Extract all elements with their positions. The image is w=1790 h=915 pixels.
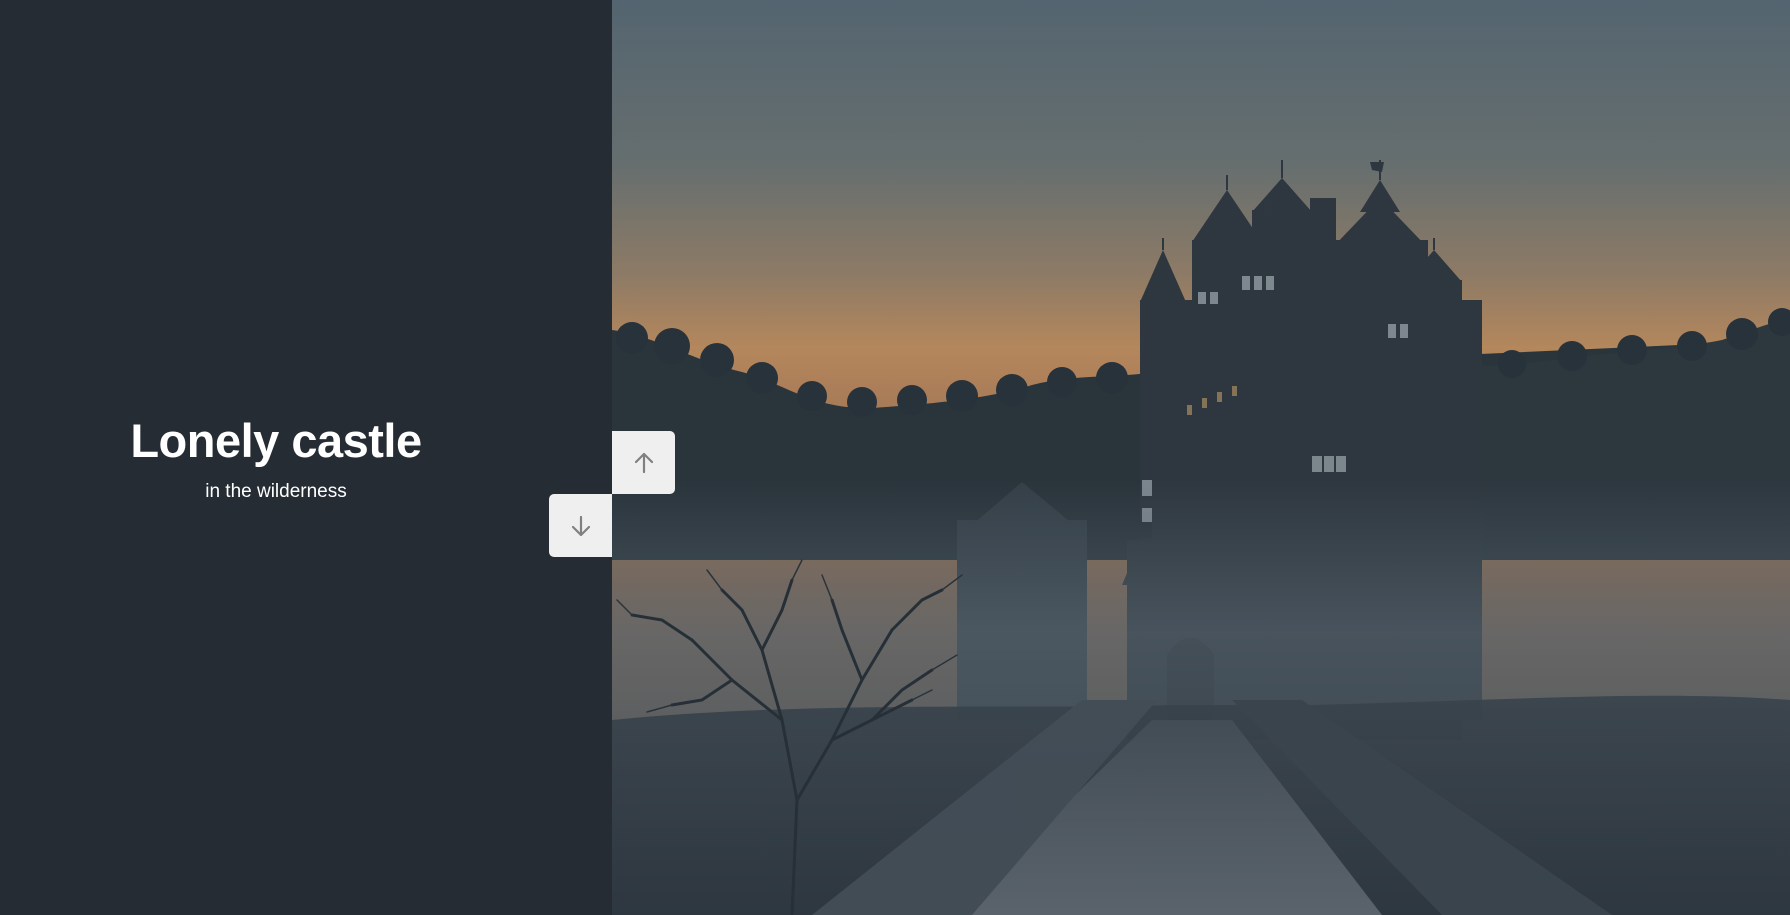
slide-subtitle: in the wilderness bbox=[205, 480, 347, 502]
vertical-slider: Lonely castle in the wilderness bbox=[0, 0, 1790, 915]
arrow-down-icon bbox=[569, 514, 593, 538]
slide-image bbox=[612, 0, 1790, 915]
slide-up-button[interactable] bbox=[612, 431, 675, 494]
text-panel: Lonely castle in the wilderness bbox=[0, 0, 612, 915]
castle-image bbox=[612, 0, 1790, 915]
arrow-up-icon bbox=[632, 451, 656, 475]
slide-caption: Lonely castle in the wilderness bbox=[0, 415, 552, 503]
slide-title: Lonely castle bbox=[130, 414, 422, 467]
slide-down-button[interactable] bbox=[549, 494, 612, 557]
